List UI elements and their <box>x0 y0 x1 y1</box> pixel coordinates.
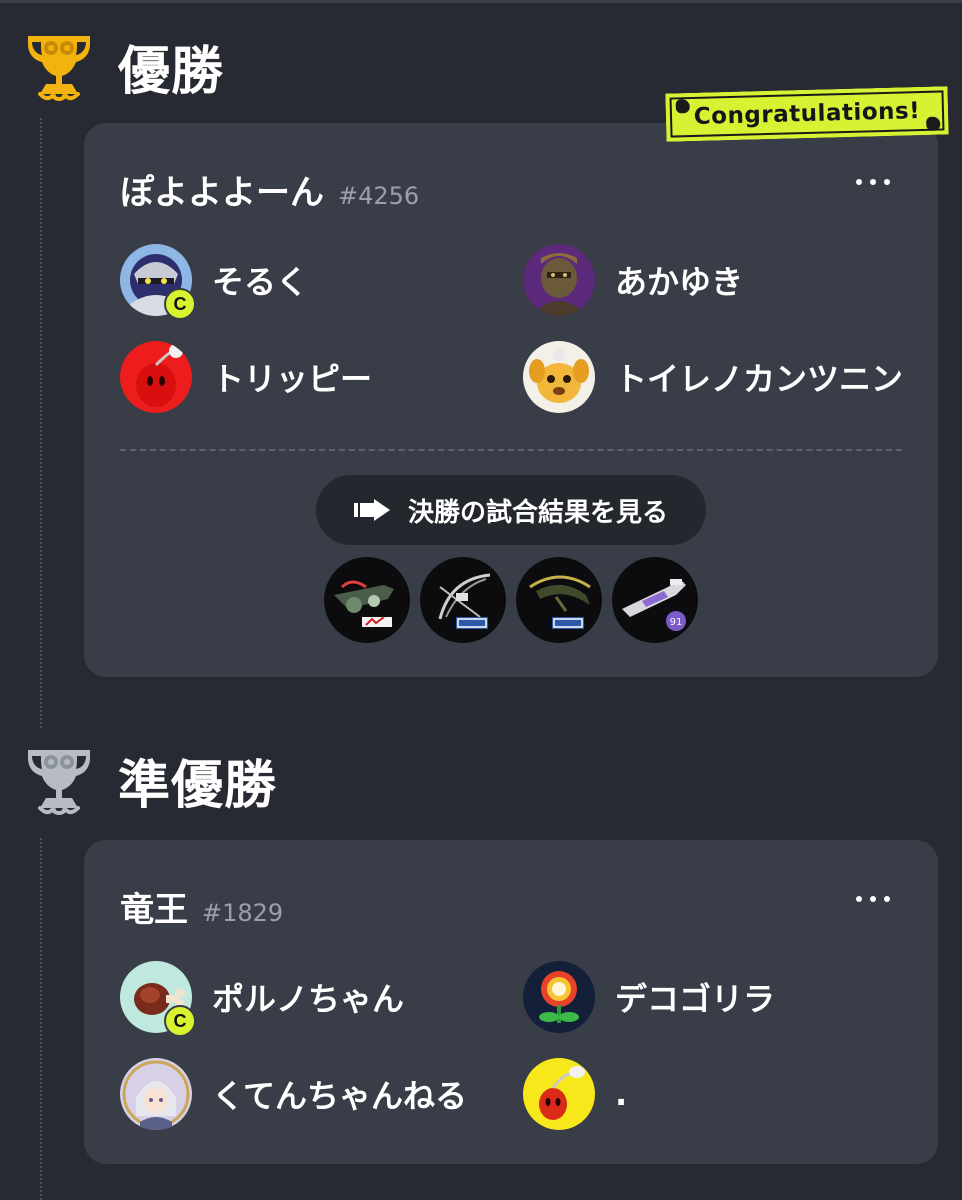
congratulations-frame: Congratulations! <box>669 90 945 138</box>
runner-up-team-card: 竜王 #1829 C ポルノちゃん デコゴリラ くてんちゃんねる . <box>84 840 938 1164</box>
more-dot-icon <box>870 896 876 902</box>
team-member[interactable]: トイレノカンツニン <box>523 341 903 413</box>
timeline-line <box>40 118 42 728</box>
team-header: ぽよよよーん #4256 <box>120 165 419 214</box>
weapon-badge: 91 <box>670 617 683 628</box>
view-final-results-button[interactable]: 決勝の試合結果を見る <box>316 475 706 545</box>
runner-up-section-header: 準優勝 <box>18 740 277 820</box>
team-member[interactable]: デコゴリラ <box>523 961 775 1033</box>
more-options-button[interactable] <box>856 175 890 189</box>
team-member[interactable]: トリッピー <box>120 341 372 413</box>
top-rule <box>0 0 962 3</box>
weapon-4-icon: 91 <box>612 557 698 643</box>
team-member[interactable]: . <box>523 1058 627 1130</box>
congratulations-banner: Congratulations! <box>665 86 949 142</box>
team-header: 竜王 #1829 <box>120 882 283 931</box>
avatar <box>523 244 595 316</box>
team-member[interactable]: あかゆき <box>523 244 743 316</box>
more-dot-icon <box>856 896 862 902</box>
team-id: #4256 <box>338 182 420 210</box>
ink-splat-icon <box>926 116 941 131</box>
avatar: C <box>120 244 196 320</box>
team-name: 竜王 <box>120 890 188 930</box>
weapon-2-icon <box>420 557 506 643</box>
section-title: 準優勝 <box>118 755 278 816</box>
member-name: そるく <box>212 263 309 301</box>
avatar <box>523 1058 595 1130</box>
avatar <box>120 1058 192 1130</box>
more-dot-icon <box>884 179 890 185</box>
team-id: #1829 <box>202 899 284 927</box>
winner-section-header: 優勝 <box>18 26 224 106</box>
avatar <box>523 341 595 413</box>
yellow-creature-avatar <box>523 1058 595 1130</box>
avatar: C <box>120 961 196 1037</box>
team-name: ぽよよよーん <box>120 173 324 213</box>
member-name: トリッピー <box>212 360 373 398</box>
team-member[interactable]: くてんちゃんねる <box>120 1058 467 1130</box>
team-member[interactable]: C ポルノちゃん <box>120 961 405 1037</box>
anime-girl-avatar <box>120 1058 192 1130</box>
winner-team-card: ぽよよよーん #4256 C そるく あかゆき トリッピー トイレノカンツニン … <box>84 123 938 677</box>
arrow-right-icon <box>353 499 390 521</box>
warrior-avatar <box>523 244 595 316</box>
more-dot-icon <box>870 179 876 185</box>
avatar <box>523 961 595 1033</box>
more-dot-icon <box>884 896 890 902</box>
captain-badge: C <box>164 288 196 320</box>
section-title: 優勝 <box>118 41 225 102</box>
member-name: デコゴリラ <box>615 980 776 1018</box>
yellow-dog-avatar <box>523 341 595 413</box>
team-member[interactable]: C そるく <box>120 244 309 320</box>
fire-flower-avatar <box>523 961 595 1033</box>
silver-trophy-icon <box>28 750 90 815</box>
red-creature-avatar <box>120 341 192 413</box>
avatar <box>120 341 192 413</box>
weapon-1-icon <box>324 557 410 643</box>
member-name: . <box>615 1075 628 1113</box>
divider <box>120 449 902 451</box>
member-name: ポルノちゃん <box>212 980 405 1018</box>
member-name: くてんちゃんねる <box>212 1077 468 1115</box>
weapon-3-icon <box>516 557 602 643</box>
member-name: トイレノカンツニン <box>615 360 904 398</box>
more-options-button[interactable] <box>856 892 890 906</box>
member-name: あかゆき <box>615 263 744 301</box>
captain-badge: C <box>164 1005 196 1037</box>
more-dot-icon <box>856 179 862 185</box>
ink-splat-icon <box>675 99 690 114</box>
results-button-label: 決勝の試合結果を見る <box>407 497 668 528</box>
timeline-line <box>40 838 42 1200</box>
gold-trophy-icon <box>28 36 90 101</box>
congratulations-text: Congratulations! <box>693 98 921 130</box>
